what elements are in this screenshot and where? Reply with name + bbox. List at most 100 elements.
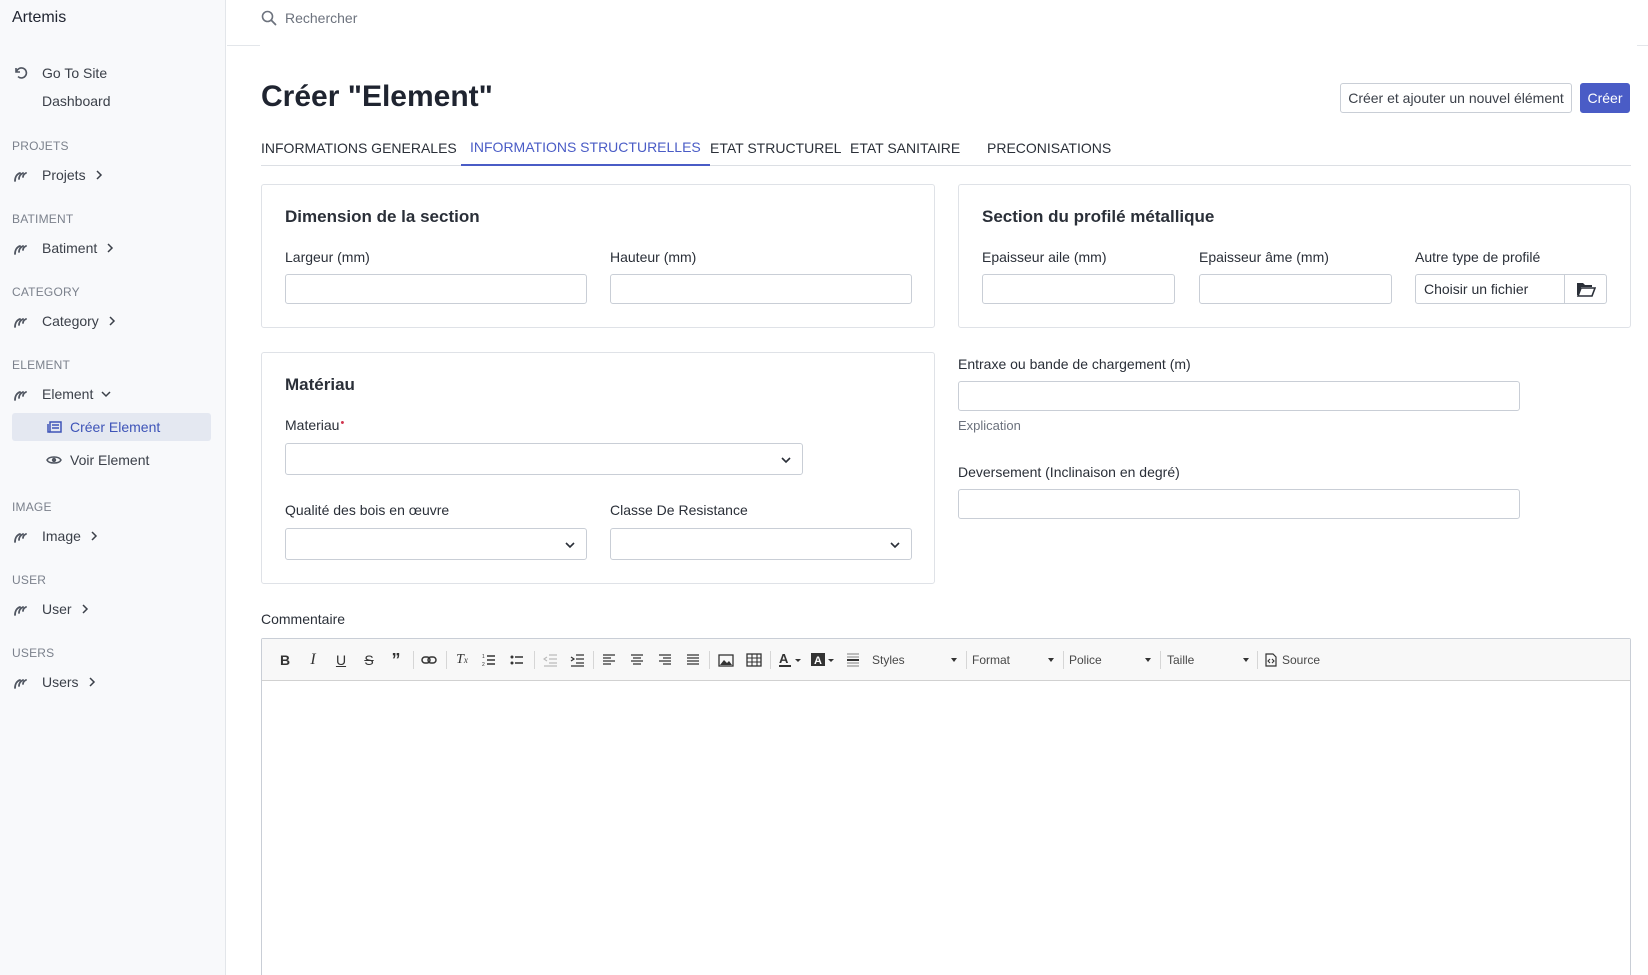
blockquote-icon[interactable]: ” — [386, 650, 406, 670]
chevron-right-icon — [87, 677, 97, 687]
deversement-label: Deversement (Inclinaison en degré) — [958, 464, 1180, 480]
align-justify-icon[interactable] — [683, 650, 703, 670]
link-icon[interactable] — [419, 650, 439, 670]
nav-element[interactable]: Element — [12, 382, 111, 406]
dimension-title: Dimension de la section — [285, 207, 480, 226]
nav-projets-label: Projets — [42, 167, 86, 183]
sidebar: Artemis Go To Site Dashboard PROJETS Pro… — [0, 0, 226, 975]
entraxe-input[interactable] — [958, 381, 1520, 411]
nav-image[interactable]: Image — [12, 524, 99, 548]
nav-users[interactable]: Users — [12, 670, 97, 694]
page-title: Créer "Element" — [261, 80, 493, 113]
dimension-card: Dimension de la section Largeur (mm) Hau… — [261, 184, 935, 328]
toolbar-separator — [1160, 651, 1161, 669]
chevron-down-icon — [780, 453, 792, 465]
search-input[interactable] — [285, 6, 685, 30]
tab-etat-structurel[interactable]: ETAT STRUCTUREL — [701, 130, 850, 166]
top-bar — [227, 0, 1648, 46]
chevron-down-icon — [889, 538, 901, 550]
chevron-right-icon — [94, 170, 104, 180]
file-input-text: Choisir un fichier — [1424, 281, 1529, 297]
rich-text-editor[interactable]: B I U S ” Tx 12 A A Styles Format Police… — [261, 638, 1631, 975]
epaisseur-ame-input[interactable] — [1199, 274, 1392, 304]
form-tabs: INFORMATIONS GENERALES INFORMATIONS STRU… — [261, 130, 1631, 166]
qualite-label: Qualité des bois en œuvre — [285, 502, 450, 518]
divider — [1637, 45, 1648, 46]
table-icon[interactable] — [744, 650, 764, 670]
tab-informations-generales[interactable]: INFORMATIONS GENERALES — [252, 130, 466, 166]
deversement-input[interactable] — [958, 489, 1520, 519]
largeur-label: Largeur (mm) — [285, 249, 370, 265]
format-dropdown-label: Format — [972, 653, 1011, 667]
nav-users-label: Users — [42, 674, 79, 690]
align-left-icon[interactable] — [599, 650, 619, 670]
font-dropdown[interactable]: Police — [1069, 650, 1151, 670]
source-button[interactable]: Source — [1264, 650, 1334, 670]
align-right-icon[interactable] — [655, 650, 675, 670]
folder-open-icon[interactable] — [1564, 275, 1606, 303]
svg-text:1: 1 — [482, 654, 485, 660]
section-header-user: USER — [12, 573, 47, 587]
chevron-down-icon — [564, 538, 576, 550]
nav-user[interactable]: User — [12, 597, 90, 621]
format-dropdown[interactable]: Format — [972, 650, 1054, 670]
svg-text:A: A — [814, 655, 822, 667]
nav-go-to-site[interactable]: Go To Site — [12, 61, 107, 85]
link-icon — [12, 673, 30, 691]
dropdown-caret-icon — [951, 658, 957, 662]
nav-voir-element-label: Voir Element — [70, 452, 150, 468]
underline-icon[interactable]: U — [331, 650, 351, 670]
outdent-icon[interactable] — [540, 650, 560, 670]
size-dropdown[interactable]: Taille — [1167, 650, 1249, 670]
link-icon — [12, 385, 30, 403]
nav-category[interactable]: Category — [12, 309, 117, 333]
remove-format-icon[interactable]: Tx — [452, 650, 472, 670]
materiau-title: Matériau — [285, 375, 355, 394]
epaisseur-aile-input[interactable] — [982, 274, 1175, 304]
section-header-element: ELEMENT — [12, 358, 71, 372]
nav-projets[interactable]: Projets — [12, 163, 104, 187]
italic-icon[interactable]: I — [303, 650, 323, 670]
bold-icon[interactable]: B — [275, 650, 295, 670]
profile-card: Section du profilé métallique Epaisseur … — [958, 184, 1631, 328]
eye-icon — [46, 452, 62, 468]
qualite-select[interactable] — [285, 528, 587, 560]
section-header-image: IMAGE — [12, 500, 52, 514]
largeur-input[interactable] — [285, 274, 587, 304]
nav-image-label: Image — [42, 528, 81, 544]
text-color-icon[interactable]: A — [777, 650, 805, 670]
nav-creer-element[interactable]: Créer Element — [12, 413, 211, 441]
nav-batiment-label: Batiment — [42, 240, 98, 256]
classe-select[interactable] — [610, 528, 912, 560]
nav-dashboard[interactable]: Dashboard — [42, 89, 111, 113]
image-icon[interactable] — [716, 650, 736, 670]
create-and-add-button[interactable]: Créer et ajouter un nouvel élément — [1340, 83, 1572, 113]
bullet-list-icon[interactable] — [507, 650, 527, 670]
link-icon — [12, 166, 30, 184]
link-icon — [12, 600, 30, 618]
nav-voir-element[interactable]: Voir Element — [12, 446, 211, 474]
hauteur-input[interactable] — [610, 274, 912, 304]
editor-toolbar: B I U S ” Tx 12 A A Styles Format Police… — [262, 639, 1630, 681]
tab-informations-structurelles[interactable]: INFORMATIONS STRUCTURELLES — [461, 130, 710, 166]
tab-etat-sanitaire[interactable]: ETAT SANITAIRE — [841, 130, 969, 166]
nav-go-to-site-label: Go To Site — [42, 65, 108, 81]
align-center-icon[interactable] — [627, 650, 647, 670]
link-icon — [12, 239, 30, 257]
nav-element-label: Element — [42, 386, 94, 402]
brand-name[interactable]: Artemis — [12, 9, 66, 27]
size-dropdown-label: Taille — [1167, 653, 1195, 667]
link-icon — [12, 527, 30, 545]
tab-preconisations[interactable]: PRECONISATIONS — [978, 130, 1120, 166]
create-button[interactable]: Créer — [1580, 83, 1630, 113]
styles-dropdown[interactable]: Styles — [872, 650, 957, 670]
nav-batiment[interactable]: Batiment — [12, 236, 115, 260]
horizontal-line-icon[interactable] — [843, 650, 863, 670]
background-color-icon[interactable]: A — [810, 650, 838, 670]
indent-icon[interactable] — [567, 650, 587, 670]
materiau-select[interactable] — [285, 443, 803, 475]
numbered-list-icon[interactable]: 12 — [479, 650, 499, 670]
nav-creer-element-label: Créer Element — [70, 419, 161, 435]
file-input[interactable]: Choisir un fichier — [1415, 274, 1607, 304]
strikethrough-icon[interactable]: S — [359, 650, 379, 670]
